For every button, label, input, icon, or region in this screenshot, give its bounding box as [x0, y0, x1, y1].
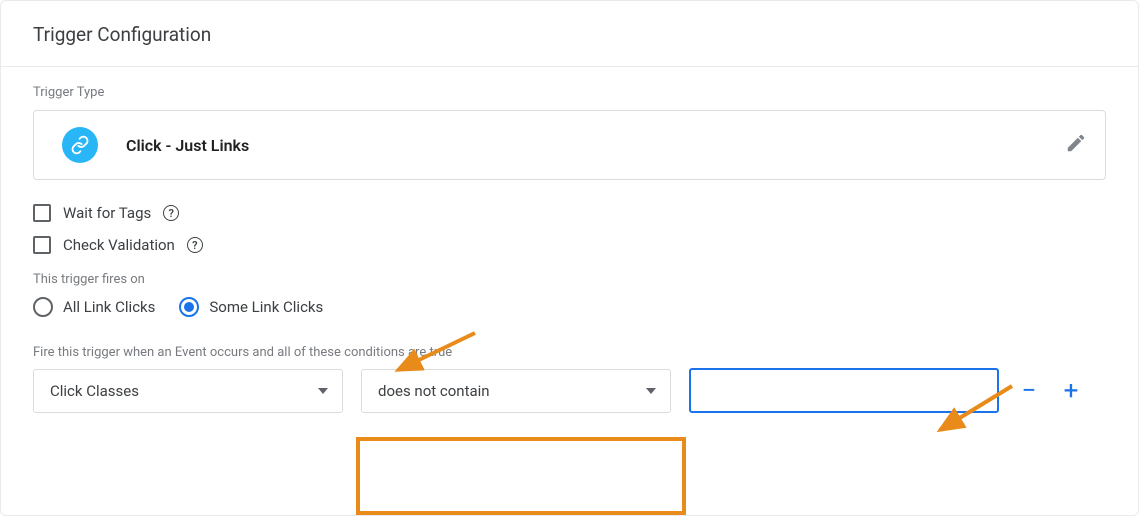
chevron-down-icon	[646, 388, 656, 394]
wait-for-tags-row: Wait for Tags ?	[33, 204, 1106, 222]
radio-all-link-clicks[interactable]: All Link Clicks	[33, 297, 155, 317]
add-condition-button[interactable]: +	[1059, 376, 1083, 406]
card-header: Trigger Configuration	[1, 1, 1138, 67]
select-value: Click Classes	[50, 382, 139, 400]
remove-condition-button[interactable]: −	[1017, 376, 1041, 406]
card-body: Trigger Type Click - Just Links Wait for…	[1, 67, 1138, 413]
chevron-down-icon	[318, 388, 328, 394]
page-title: Trigger Configuration	[33, 23, 1106, 46]
condition-row: Click Classes does not contain − +	[33, 368, 1106, 413]
check-validation-row: Check Validation ?	[33, 236, 1106, 254]
trigger-config-card: Trigger Configuration Trigger Type Click…	[0, 0, 1139, 516]
wait-for-tags-checkbox[interactable]	[33, 204, 51, 222]
select-value: does not contain	[378, 382, 490, 400]
wait-for-tags-label: Wait for Tags	[63, 204, 151, 222]
help-icon[interactable]: ?	[163, 205, 179, 221]
radio-label: All Link Clicks	[63, 298, 155, 316]
fires-on-radios: All Link Clicks Some Link Clicks	[33, 297, 1106, 317]
radio-some-link-clicks[interactable]: Some Link Clicks	[179, 297, 323, 317]
check-validation-checkbox[interactable]	[33, 236, 51, 254]
radio-label: Some Link Clicks	[209, 298, 323, 316]
link-icon	[62, 127, 98, 163]
condition-value-input[interactable]	[689, 368, 999, 413]
condition-section-label: Fire this trigger when an Event occurs a…	[33, 345, 1106, 360]
condition-variable-select[interactable]: Click Classes	[33, 369, 343, 413]
help-icon[interactable]: ?	[187, 237, 203, 253]
trigger-type-value: Click - Just Links	[126, 136, 1065, 155]
radio-input[interactable]	[179, 297, 199, 317]
condition-operator-select[interactable]: does not contain	[361, 369, 671, 413]
edit-trigger-type-button[interactable]	[1065, 132, 1087, 158]
fires-on-label: This trigger fires on	[33, 272, 1106, 287]
trigger-type-box[interactable]: Click - Just Links	[33, 110, 1106, 180]
radio-input[interactable]	[33, 297, 53, 317]
trigger-type-label: Trigger Type	[33, 85, 1106, 100]
check-validation-label: Check Validation	[63, 236, 175, 254]
